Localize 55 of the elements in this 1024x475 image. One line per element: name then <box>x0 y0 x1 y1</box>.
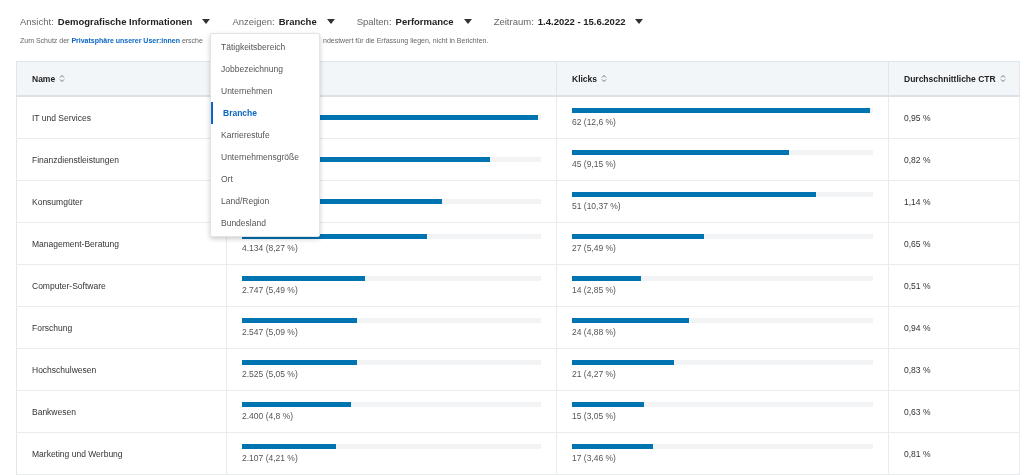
table-cell: 0,95 % <box>904 112 931 123</box>
table-cell: 0,81 % <box>904 448 931 459</box>
menu-item[interactable]: Unternehmensgröße <box>211 146 319 168</box>
table-cell-text: 21 (4,27 %) <box>572 369 617 379</box>
filter-dropdown[interactable]: Anzeigen: Branche <box>232 15 335 27</box>
table-cell-text: 2.107 (4,21 %) <box>242 453 299 463</box>
filter-dropdown[interactable]: Spalten: Performance <box>356 15 472 27</box>
menu-item[interactable]: Tätigkeitsbereich <box>211 36 319 58</box>
table-cell-text: 14 (2,85 %) <box>572 285 617 295</box>
table-cell-text: 24 (4,88 %) <box>572 327 617 337</box>
table-cell-text: 2.525 (5,05 %) <box>242 369 299 379</box>
table-cell-text: 2.547 (5,09 %) <box>242 327 299 337</box>
caret-icon <box>202 18 211 24</box>
menu-item[interactable]: Branche <box>211 102 319 124</box>
column-header[interactable]: Klicks <box>572 73 608 84</box>
table-cell: Konsumgüter <box>32 196 83 207</box>
table-cell-text: 27 (5,49 %) <box>572 243 617 253</box>
menu-item[interactable]: Ort <box>211 168 319 190</box>
table-cell-text: 45 (9,15 %) <box>572 159 617 169</box>
table-cell: Finanzdienstleistungen <box>32 154 119 165</box>
menu-item[interactable]: Unternehmen <box>211 80 319 102</box>
menu-item[interactable]: Bundesland <box>211 212 319 234</box>
table-cell-text: 4.134 (8,27 %) <box>242 243 299 253</box>
table-cell: 0,94 % <box>904 322 931 333</box>
table-cell-text: 17 (3,46 %) <box>572 453 617 463</box>
sort-icon[interactable] <box>601 74 608 83</box>
filter-dropdown[interactable]: Ansicht: Demografische Informationen <box>20 15 211 27</box>
table-cell-text: 2.400 (4,8 %) <box>242 411 295 421</box>
column-header[interactable]: Name <box>32 73 66 84</box>
caret-icon <box>326 18 335 24</box>
table-cell: Hochschulwesen <box>32 364 97 375</box>
menu-item[interactable]: Karrierestufe <box>211 124 319 146</box>
table-cell: 0,63 % <box>904 406 931 417</box>
table-cell-text: 2.747 (5,49 %) <box>242 285 299 295</box>
table-cell: 1,14 % <box>904 196 931 207</box>
sort-icon[interactable] <box>59 74 66 83</box>
table-cell: Marketing und Werbung <box>32 448 123 459</box>
table-cell: 0,65 % <box>904 238 931 249</box>
table-cell: IT und Services <box>32 112 91 123</box>
caret-icon <box>463 18 472 24</box>
table-cell: 0,82 % <box>904 154 931 165</box>
menu-item[interactable]: Land/Region <box>211 190 319 212</box>
caret-icon <box>635 18 644 24</box>
table-cell-text: 62 (12,6 %) <box>572 117 617 127</box>
table-cell: Bankwesen <box>32 406 76 417</box>
menu-item[interactable]: Jobbezeichnung <box>211 58 319 80</box>
table-cell: Computer-Software <box>32 280 106 291</box>
table-cell: 0,51 % <box>904 280 931 291</box>
table-cell: Management-Beratung <box>32 238 119 249</box>
filter-dropdown[interactable]: Zeitraum: 1.4.2022 - 15.6.2022 <box>493 15 644 27</box>
table-cell-text: 15 (3,05 %) <box>572 411 617 421</box>
table-cell: 0,83 % <box>904 364 931 375</box>
sort-icon[interactable] <box>999 74 1006 83</box>
table-cell: Forschung <box>32 322 73 333</box>
table-cell-text: 51 (10,37 %) <box>572 201 622 211</box>
